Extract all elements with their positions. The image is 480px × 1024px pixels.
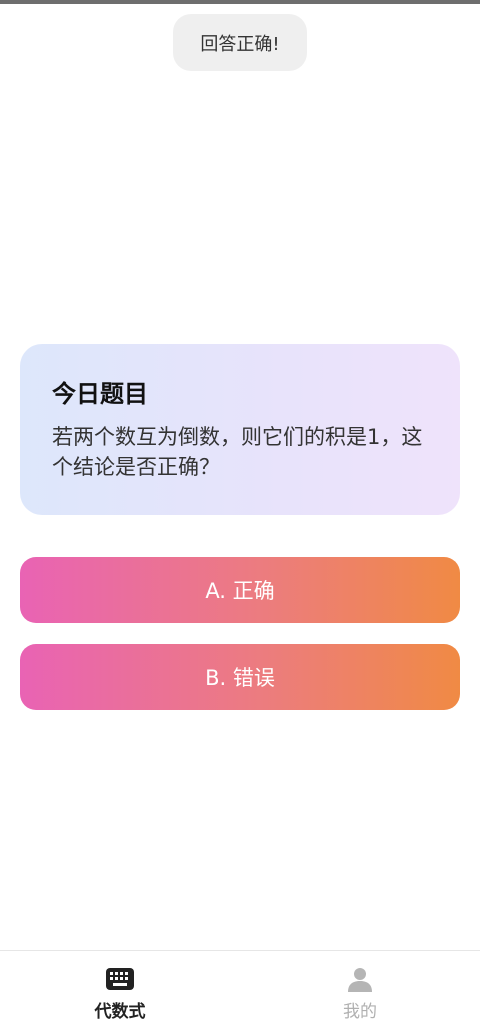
tab-mine-label: 我的 xyxy=(343,1002,377,1022)
question-text: 若两个数互为倒数，则它们的积是1，这个结论是否正确？ xyxy=(52,425,423,479)
status-strip xyxy=(0,0,480,4)
option-b-label: B. 错误 xyxy=(205,666,275,690)
person-icon xyxy=(345,967,375,992)
tab-algebra[interactable]: 代数式 xyxy=(0,951,240,1024)
tab-algebra-label: 代数式 xyxy=(94,1002,146,1022)
option-a-label: A. 正确 xyxy=(205,579,275,603)
bottom-tab-bar: 代数式 我的 xyxy=(0,950,480,1024)
question-card: 今日题目 若两个数互为倒数，则它们的积是1，这个结论是否正确？ xyxy=(20,344,460,515)
toast-text: 回答正确! xyxy=(200,33,280,55)
tab-mine[interactable]: 我的 xyxy=(240,951,480,1024)
keyboard-icon xyxy=(105,967,135,991)
option-b-button[interactable]: B. 错误 xyxy=(20,644,460,710)
toast-message: 回答正确! xyxy=(173,14,307,71)
question-card-title: 今日题目 xyxy=(52,380,148,408)
option-a-button[interactable]: A. 正确 xyxy=(20,557,460,623)
